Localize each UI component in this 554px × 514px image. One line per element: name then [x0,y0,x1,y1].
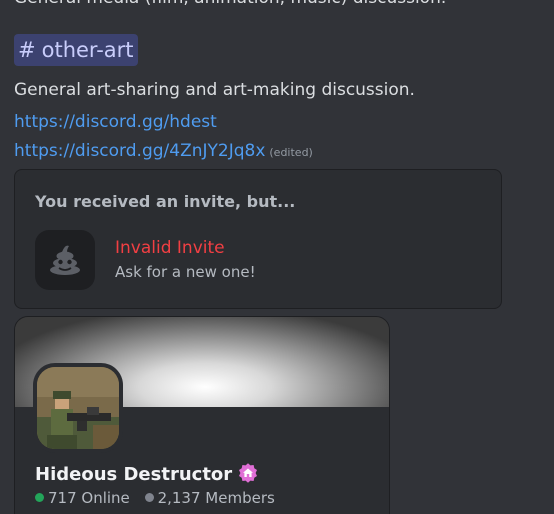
server-avatar-image [37,367,119,449]
server-home-badge-icon [239,463,258,483]
online-status-dot [35,493,44,502]
invite-link-row: https://discord.gg/4ZnJY2Jq8x (edited) [14,141,313,161]
invalid-invite-icon-box [35,230,95,290]
message-text-description: General art-sharing and art-making discu… [14,80,415,100]
server-invite-card: Hideous Destructor 717 Online 2,137 Memb… [14,316,390,514]
server-name[interactable]: Hideous Destructor [35,464,232,485]
server-avatar[interactable] [33,363,123,453]
invite-link-4znjy2jq8x[interactable]: https://discord.gg/4ZnJY2Jq8x [14,141,265,161]
invalid-invite-title: Invalid Invite [115,238,225,258]
invalid-invite-card: You received an invite, but... Invalid I… [14,169,502,309]
message-text-media: General media (film, animation, music) d… [14,0,446,8]
channel-mention-other-art[interactable]: # other-art [14,34,138,66]
chat-area: General media (film, animation, music) d… [0,0,554,514]
channel-hash-icon: # [18,38,36,62]
server-stats: 717 Online 2,137 Members [35,489,275,507]
invite-link-hdest[interactable]: https://discord.gg/hdest [14,112,217,132]
invalid-invite-subtitle: Ask for a new one! [115,263,256,281]
pixel-soldier-image [37,367,119,449]
edited-label: (edited) [269,146,313,159]
invite-card-header: You received an invite, but... [35,192,296,211]
members-status-dot [144,493,154,502]
poop-icon [50,245,80,275]
channel-mention-label: other-art [41,38,134,62]
online-count: 717 Online [48,489,130,507]
member-count: 2,137 Members [157,489,275,507]
server-name-row: Hideous Destructor [35,463,258,485]
